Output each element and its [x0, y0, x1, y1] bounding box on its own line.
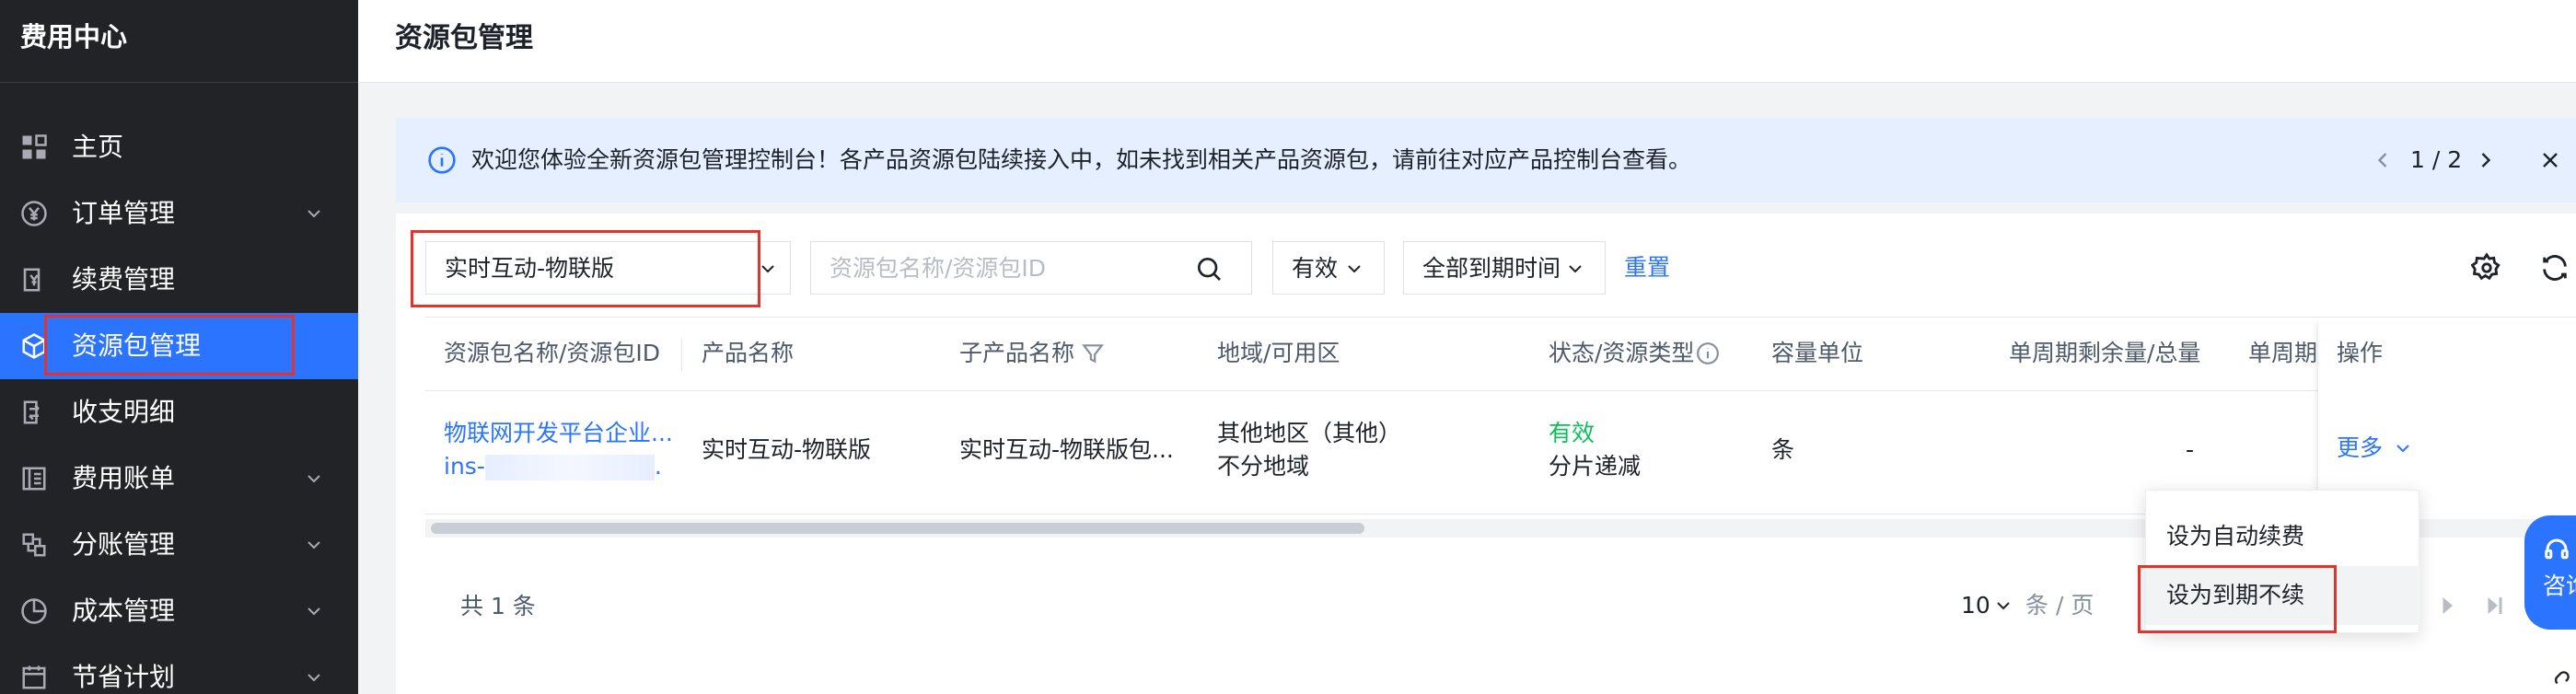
bill-icon — [20, 465, 48, 492]
reset-link[interactable]: 重置 — [1624, 252, 1670, 283]
page-size-select[interactable]: 10 — [1961, 589, 1990, 622]
renew-doc-icon — [20, 266, 48, 294]
yen-circle-icon — [20, 200, 48, 227]
resource-table: 资源包名称/资源包ID 产品名称 子产品名称 地域/可用区 状态/资源类型 容量… — [425, 317, 2576, 517]
sub-product-cell: 实时互动-物联版包... — [959, 436, 1174, 463]
sidebar-item-label: 订单管理 — [72, 198, 176, 228]
chevron-down-icon — [303, 666, 325, 688]
status-select-value: 有效 — [1292, 255, 1339, 282]
ledger-icon — [20, 399, 48, 426]
total-count: 共 1 条 — [460, 593, 536, 619]
headset-icon — [2543, 536, 2570, 563]
annotation-highlight-menu — [2138, 565, 2337, 633]
actions-column: 操作 更多 — [2318, 318, 2576, 515]
notice-pager: 1 / 2 — [2410, 146, 2463, 173]
info-icon[interactable] — [1696, 341, 1720, 365]
consult-label: 咨询 — [2543, 573, 2576, 599]
expiry-select[interactable]: 全部到期时间 — [1403, 241, 1606, 295]
sidebar-item-renewal[interactable]: 续费管理 — [0, 247, 358, 313]
chevron-down-icon — [303, 534, 325, 556]
refresh-icon[interactable] — [2539, 252, 2570, 283]
product-cell: 实时互动-物联版 — [702, 436, 872, 463]
chevron-down-icon — [1992, 595, 2014, 617]
notice-next-button[interactable] — [2473, 147, 2499, 173]
resource-type-cell: 分片递减 — [1549, 453, 1642, 480]
annotation-highlight-sidebar — [44, 315, 295, 376]
chevron-down-icon — [303, 202, 325, 225]
region-cell: 其他地区（其他） — [1217, 420, 1402, 446]
sidebar-item-orders[interactable]: 订单管理 — [0, 180, 358, 247]
package-name-link[interactable]: 物联网开发平台企业... — [444, 417, 673, 450]
sidebar-divider — [0, 82, 358, 83]
column-header-actions: 操作 — [2337, 340, 2384, 366]
notice-banner: 欢迎您体验全新资源包管理控制台！各产品资源包陆续接入中，如未找到相关产品资源包，… — [396, 118, 2576, 202]
sidebar-item-transactions[interactable]: 收支明细 — [0, 379, 358, 445]
menu-item-label: 设为自动续费 — [2166, 523, 2305, 549]
zone-cell: 不分地域 — [1217, 453, 1310, 480]
sidebar-item-split-accounts[interactable]: 分账管理 — [0, 512, 358, 578]
sidebar-item-label: 续费管理 — [72, 264, 176, 295]
annotation-highlight-product — [411, 230, 760, 307]
chevron-down-icon — [303, 600, 325, 622]
menu-item-auto-renew[interactable]: 设为自动续费 — [2146, 507, 2420, 566]
page-title: 资源包管理 — [395, 22, 533, 54]
column-divider — [681, 338, 682, 371]
status-badge: 有效 — [1549, 420, 1595, 446]
sidebar-item-label: 节省计划 — [72, 662, 176, 692]
notice-text: 欢迎您体验全新资源包管理控制台！各产品资源包陆续接入中，如未找到相关产品资源包，… — [471, 146, 1692, 173]
chevron-down-icon — [303, 468, 325, 490]
column-header-product: 产品名称 — [702, 340, 795, 366]
page-size-unit: 条 / 页 — [2025, 592, 2094, 619]
sidebar-item-label: 分账管理 — [72, 529, 176, 560]
column-header-unit: 容量单位 — [1771, 340, 1864, 366]
chevron-down-icon — [2392, 437, 2414, 459]
next-page-icon[interactable] — [2431, 589, 2464, 622]
chevron-down-icon — [1343, 258, 1365, 280]
package-id-suffix: . — [654, 453, 662, 480]
last-page-icon[interactable] — [2478, 589, 2512, 622]
filter-icon[interactable] — [1081, 341, 1105, 365]
remaining-cell: - — [2186, 436, 2195, 463]
notice-close-button[interactable] — [2537, 147, 2563, 173]
info-icon — [427, 145, 457, 175]
column-header-status: 状态/资源类型 — [1549, 340, 1695, 366]
sidebar-item-label: 收支明细 — [72, 397, 176, 427]
sidebar-item-label: 费用账单 — [72, 463, 176, 493]
column-header-sub-product: 子产品名称 — [959, 340, 1075, 366]
chevron-down-icon — [1564, 258, 1586, 280]
table-header-row: 资源包名称/资源包ID 产品名称 子产品名称 地域/可用区 状态/资源类型 容量… — [425, 318, 2576, 391]
grid-icon — [20, 133, 48, 161]
notice-prev-button[interactable] — [2370, 147, 2396, 173]
link-icon[interactable] — [2547, 668, 2572, 694]
split-icon — [20, 531, 48, 559]
sidebar-item-label: 主页 — [72, 132, 124, 162]
page-header: 资源包管理 — [358, 0, 2576, 83]
column-header-region: 地域/可用区 — [1217, 340, 1340, 366]
scrollbar-thumb[interactable] — [431, 523, 1364, 534]
sidebar-item-label: 成本管理 — [72, 596, 176, 626]
consult-button[interactable]: 咨询 — [2524, 515, 2576, 630]
masked-id-region — [484, 455, 655, 480]
expiry-select-value: 全部到期时间 — [1422, 255, 1561, 282]
search-input[interactable]: 资源包名称/资源包ID — [810, 241, 1252, 295]
plan-icon — [20, 664, 48, 691]
package-id[interactable]: ins-. — [444, 450, 662, 483]
more-actions-button[interactable]: 更多 — [2337, 432, 2383, 465]
gear-icon[interactable] — [2471, 252, 2502, 283]
package-id-prefix: ins- — [444, 453, 485, 480]
column-header-cycle: 单周期: — [2248, 340, 2326, 366]
status-select[interactable]: 有效 — [1272, 241, 1385, 295]
sidebar-item-savings-plan[interactable]: 节省计划 — [0, 644, 358, 694]
sidebar-item-cost[interactable]: 成本管理 — [0, 578, 358, 644]
sidebar-title: 费用中心 — [20, 21, 128, 52]
search-placeholder: 资源包名称/资源包ID — [830, 255, 1047, 282]
sidebar-item-home[interactable]: 主页 — [0, 114, 358, 180]
column-header-remaining: 单周期剩余量/总量 — [2009, 340, 2201, 366]
pie-icon — [20, 597, 48, 625]
sidebar-item-bills[interactable]: 费用账单 — [0, 445, 358, 512]
column-header-name: 资源包名称/资源包ID — [444, 340, 661, 366]
search-icon[interactable] — [1194, 254, 1224, 283]
unit-cell: 条 — [1771, 436, 1795, 463]
